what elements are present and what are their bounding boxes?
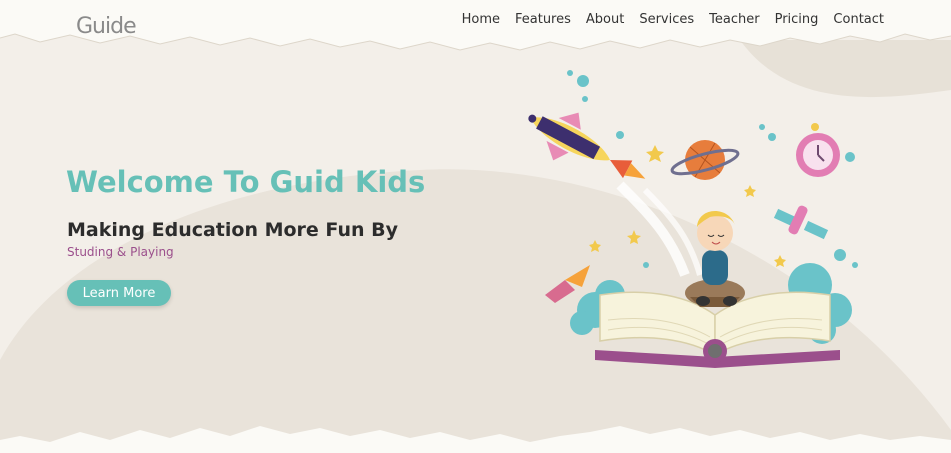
learn-more-button[interactable]: Learn More	[67, 280, 171, 306]
planet-icon	[670, 140, 740, 180]
nav-about[interactable]: About	[586, 12, 624, 27]
clock-icon	[796, 123, 840, 177]
satellite-icon	[773, 205, 829, 240]
hero-title: Welcome To Guid Kids	[66, 165, 426, 199]
logo-text: Guide	[76, 14, 137, 39]
nav-services[interactable]: Services	[639, 12, 694, 27]
main-nav: Home Features About Services Teacher Pri…	[462, 12, 884, 27]
nav-contact[interactable]: Contact	[833, 12, 884, 27]
hero-tagline: Studing & Playing	[67, 245, 174, 259]
hero-illustration	[528, 70, 858, 368]
hero-subtitle: Making Education More Fun By	[67, 219, 398, 241]
nav-features[interactable]: Features	[515, 12, 571, 27]
rocket-icon	[528, 112, 646, 179]
brand-logo[interactable]: Guide	[76, 14, 137, 39]
nav-teacher[interactable]: Teacher	[709, 12, 759, 27]
navbar: Guide Home Features About Services Teach…	[0, 0, 951, 44]
nav-pricing[interactable]: Pricing	[775, 12, 819, 27]
nav-home[interactable]: Home	[462, 12, 500, 27]
